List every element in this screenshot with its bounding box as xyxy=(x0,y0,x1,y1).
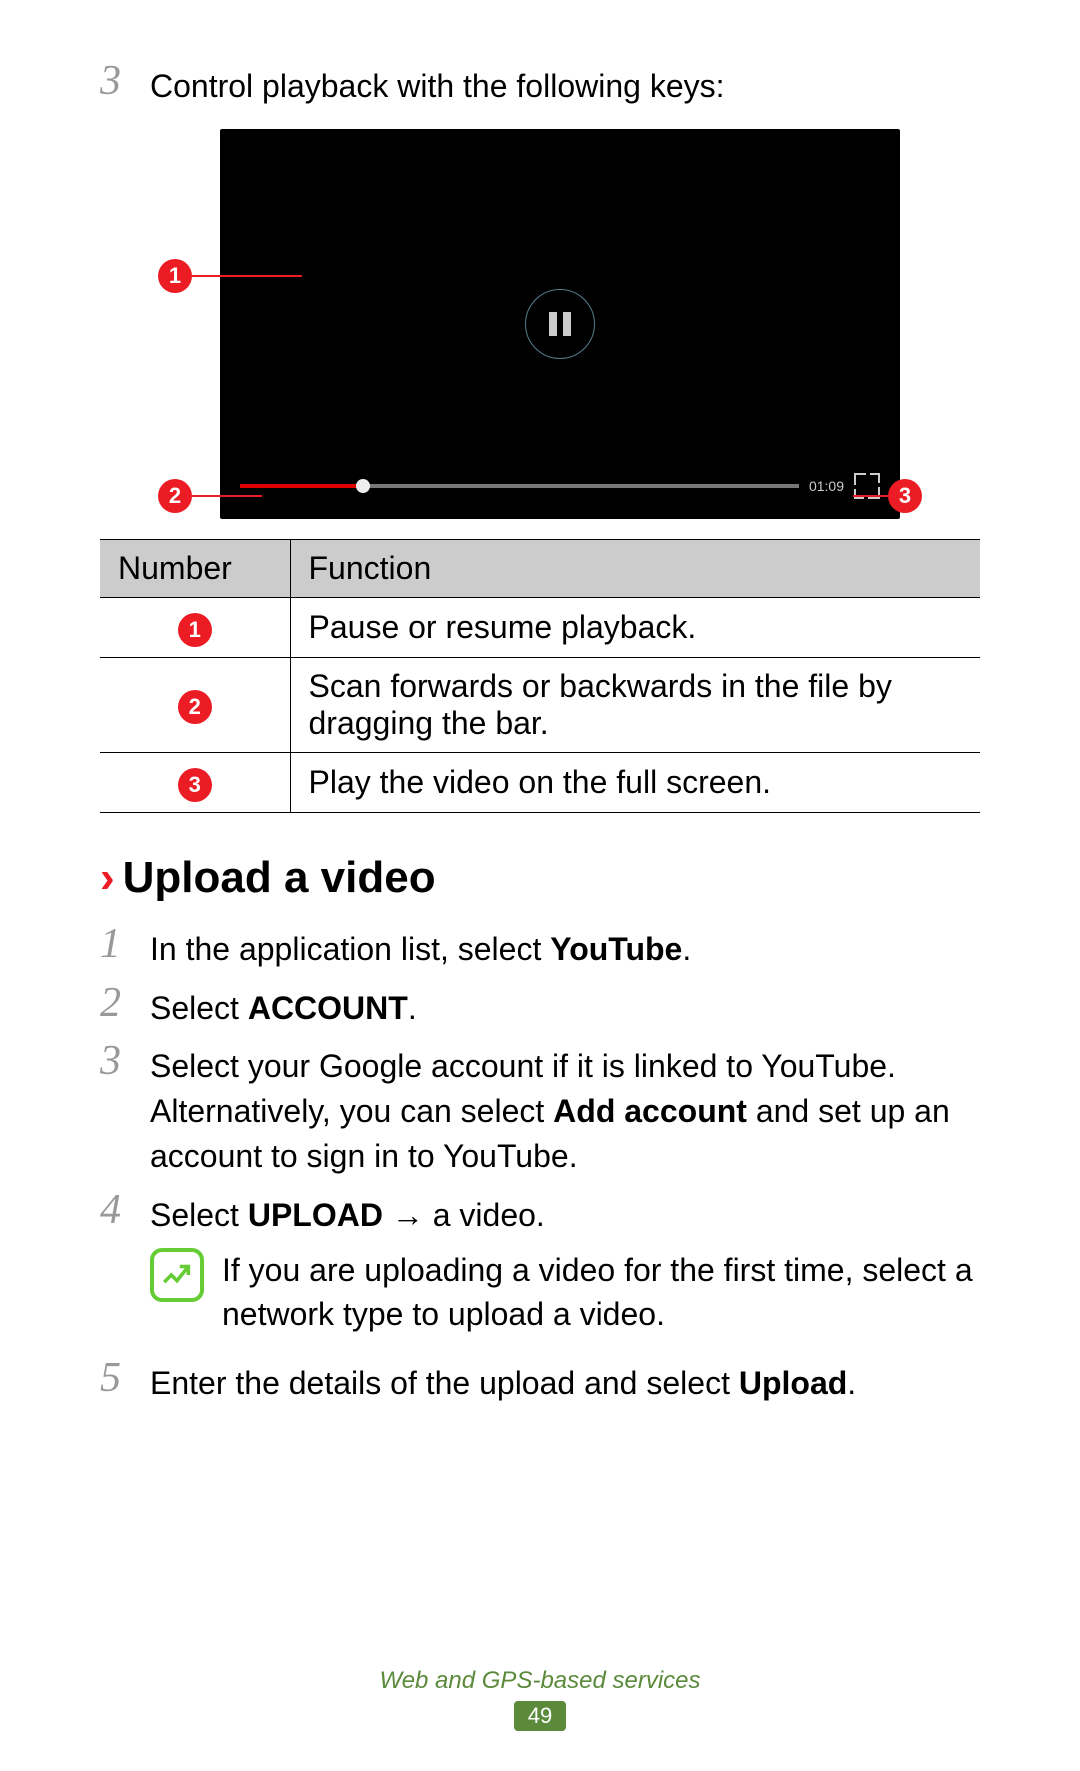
step-number: 2 xyxy=(100,982,150,1024)
text: . xyxy=(408,990,417,1026)
text: In the application list, select xyxy=(150,931,550,967)
chevron-right-icon: › xyxy=(100,853,115,903)
bold-text: Upload xyxy=(739,1365,847,1401)
step-3-playback: 3 Control playback with the following ke… xyxy=(100,60,980,109)
step-text: Control playback with the following keys… xyxy=(150,60,725,109)
video-frame: 01:09 xyxy=(220,129,900,519)
callout-3: 3 xyxy=(853,479,922,513)
upload-step-4: 4 Select UPLOAD → a video. xyxy=(100,1189,980,1238)
step-text: Select UPLOAD → a video. xyxy=(150,1189,545,1238)
row-number-dot: 3 xyxy=(178,768,212,802)
page-number: 49 xyxy=(514,1701,566,1731)
function-table: Number Function 1 Pause or resume playba… xyxy=(100,539,980,813)
callout-dot: 1 xyxy=(158,259,192,293)
callout-line xyxy=(192,275,302,277)
seek-thumb[interactable] xyxy=(356,479,370,493)
time-label: 01:09 xyxy=(809,478,844,494)
step-number: 1 xyxy=(100,923,150,965)
seek-row: 01:09 xyxy=(240,473,880,499)
step-text: Select ACCOUNT. xyxy=(150,982,417,1031)
upload-step-2: 2 Select ACCOUNT. xyxy=(100,982,980,1031)
header-function: Function xyxy=(290,539,980,597)
page-footer: Web and GPS-based services 49 xyxy=(0,1667,1080,1731)
table-header-row: Number Function xyxy=(100,539,980,597)
table-row: 2 Scan forwards or backwards in the file… xyxy=(100,657,980,752)
text: Select xyxy=(150,990,248,1026)
bold-text: Add account xyxy=(553,1093,747,1129)
bold-text: YouTube xyxy=(550,931,682,967)
arrow-icon: → xyxy=(383,1197,433,1233)
text: Select xyxy=(150,1197,248,1233)
bold-text: UPLOAD xyxy=(248,1197,383,1233)
text-line: Alternatively, you can select Add accoun… xyxy=(150,1089,980,1179)
step-number: 3 xyxy=(100,1040,150,1082)
callout-1: 1 xyxy=(158,259,302,293)
section-title: Upload a video xyxy=(123,853,436,903)
text-line: Select your Google account if it is link… xyxy=(150,1044,980,1089)
step-text: Enter the details of the upload and sele… xyxy=(150,1357,856,1406)
text: a video. xyxy=(433,1197,545,1233)
table-row: 1 Pause or resume playback. xyxy=(100,597,980,657)
row-number-dot: 2 xyxy=(178,690,212,724)
step-number: 5 xyxy=(100,1357,150,1399)
note-text: If you are uploading a video for the fir… xyxy=(222,1248,980,1338)
callout-line xyxy=(853,495,888,497)
row-number-dot: 1 xyxy=(178,613,212,647)
bold-text: ACCOUNT xyxy=(248,990,408,1026)
text: . xyxy=(682,931,691,967)
step-text: In the application list, select YouTube. xyxy=(150,923,691,972)
row-function: Scan forwards or backwards in the file b… xyxy=(290,657,980,752)
text: . xyxy=(847,1365,856,1401)
upload-step-3: 3 Select your Google account if it is li… xyxy=(100,1040,980,1178)
text: Enter the details of the upload and sele… xyxy=(150,1365,739,1401)
note-icon xyxy=(150,1248,204,1302)
step-text: Select your Google account if it is link… xyxy=(150,1040,980,1178)
callout-2: 2 xyxy=(158,479,262,513)
text: Alternatively, you can select xyxy=(150,1093,553,1129)
callout-dot: 2 xyxy=(158,479,192,513)
row-function: Pause or resume playback. xyxy=(290,597,980,657)
pause-button[interactable] xyxy=(525,289,595,359)
step-number: 4 xyxy=(100,1189,150,1231)
pause-icon xyxy=(549,312,571,336)
header-number: Number xyxy=(100,539,290,597)
video-screenshot: 01:09 1 2 3 xyxy=(180,129,900,519)
upload-step-5: 5 Enter the details of the upload and se… xyxy=(100,1357,980,1406)
callout-line xyxy=(192,495,262,497)
section-heading: › Upload a video xyxy=(100,853,980,903)
upload-step-1: 1 In the application list, select YouTub… xyxy=(100,923,980,972)
step-number: 3 xyxy=(100,60,150,102)
row-function: Play the video on the full screen. xyxy=(290,752,980,812)
callout-dot: 3 xyxy=(888,479,922,513)
footer-section: Web and GPS-based services xyxy=(0,1667,1080,1695)
seek-bar[interactable] xyxy=(240,484,799,488)
note: If you are uploading a video for the fir… xyxy=(150,1248,980,1338)
table-row: 3 Play the video on the full screen. xyxy=(100,752,980,812)
